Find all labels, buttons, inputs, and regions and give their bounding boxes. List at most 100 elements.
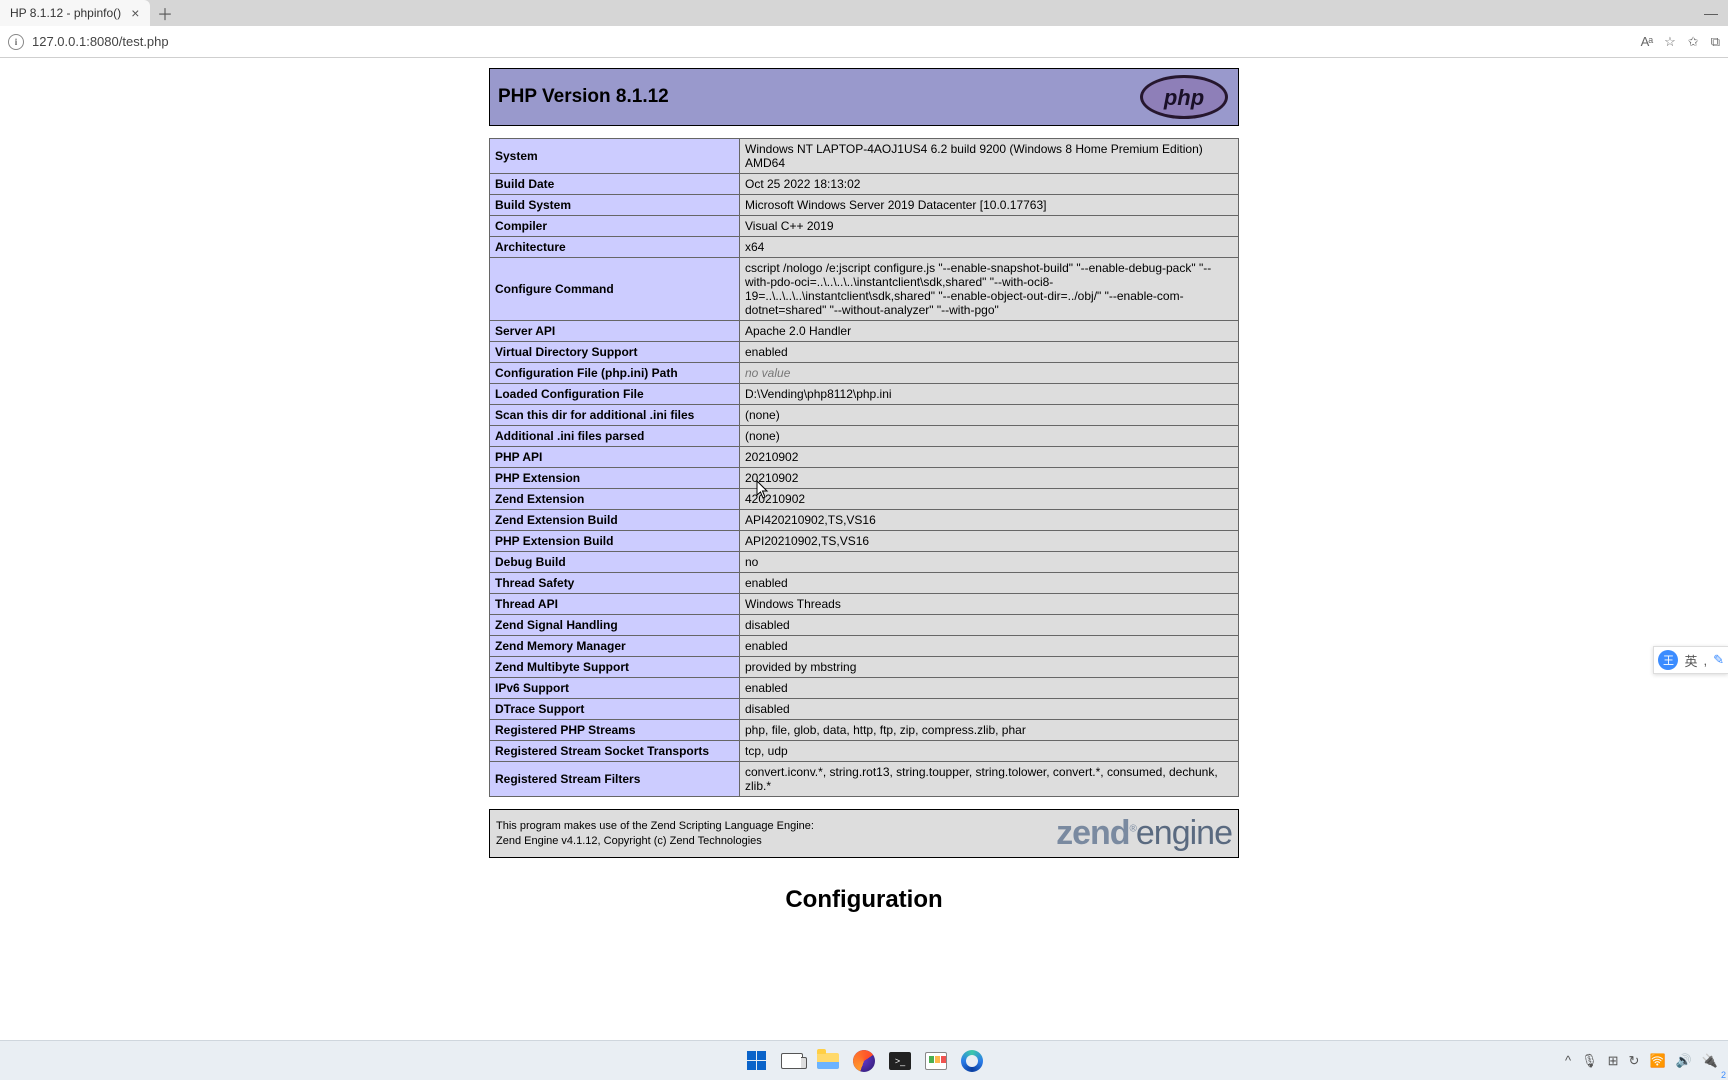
info-value: convert.iconv.*, string.rot13, string.to… — [740, 762, 1239, 797]
phpinfo-header: PHP Version 8.1.12 php — [489, 68, 1239, 126]
folder-icon — [817, 1053, 839, 1069]
info-value: enabled — [740, 636, 1239, 657]
tray-sync-icon[interactable]: ↻ — [1629, 1053, 1640, 1069]
ime-toolbar[interactable]: 王 英 , ✎ — [1653, 646, 1728, 674]
zend-line-1: This program makes use of the Zend Scrip… — [496, 819, 814, 834]
table-row: Zend Extension420210902 — [490, 489, 1239, 510]
table-row: Build SystemMicrosoft Windows Server 201… — [490, 195, 1239, 216]
table-row: Build DateOct 25 2022 18:13:02 — [490, 174, 1239, 195]
info-value: API420210902,TS,VS16 — [740, 510, 1239, 531]
reading-view-icon[interactable]: Aᵃ — [1641, 34, 1653, 49]
url-field[interactable]: 127.0.0.1:8080/test.php — [32, 34, 169, 49]
configuration-heading: Configuration — [489, 886, 1239, 914]
ime-punct-button[interactable]: , — [1703, 653, 1707, 668]
zend-line-2: Zend Engine v4.1.12, Copyright (c) Zend … — [496, 834, 814, 849]
info-value: 420210902 — [740, 489, 1239, 510]
info-key: Debug Build — [490, 552, 740, 573]
site-info-icon[interactable]: i — [8, 34, 24, 50]
tray-battery-icon[interactable]: 🔌 — [1702, 1053, 1718, 1069]
table-row: Virtual Directory Supportenabled — [490, 342, 1239, 363]
info-value: php, file, glob, data, http, ftp, zip, c… — [740, 720, 1239, 741]
monitor-app-button[interactable] — [922, 1047, 950, 1075]
edge-button[interactable] — [958, 1047, 986, 1075]
table-row: IPv6 Supportenabled — [490, 678, 1239, 699]
info-key: System — [490, 139, 740, 174]
table-row: Zend Extension BuildAPI420210902,TS,VS16 — [490, 510, 1239, 531]
info-key: Registered Stream Socket Transports — [490, 741, 740, 762]
favorites-bar-icon[interactable]: ✩ — [1688, 34, 1699, 50]
info-value: Windows Threads — [740, 594, 1239, 615]
php-logo-icon: php — [1138, 73, 1230, 121]
tray-overflow-icon[interactable]: ^ — [1565, 1053, 1571, 1068]
terminal-icon: >_ — [889, 1052, 911, 1070]
info-key: Thread Safety — [490, 573, 740, 594]
notification-badge[interactable]: 2 — [1719, 1070, 1728, 1080]
table-row: Scan this dir for additional .ini files(… — [490, 405, 1239, 426]
ime-avatar-icon[interactable]: 王 — [1658, 650, 1678, 670]
close-tab-icon[interactable]: × — [129, 5, 141, 21]
collections-icon[interactable]: ⧉ — [1711, 34, 1720, 50]
page-viewport[interactable]: PHP Version 8.1.12 php SystemWindows NT … — [0, 58, 1728, 1040]
zend-engine-logo-icon: zend®engine — [1056, 814, 1232, 853]
table-row: Debug Buildno — [490, 552, 1239, 573]
window-minimize-icon[interactable]: — — [1704, 0, 1728, 26]
info-key: IPv6 Support — [490, 678, 740, 699]
info-key: Configure Command — [490, 258, 740, 321]
start-button[interactable] — [742, 1047, 770, 1075]
info-value: provided by mbstring — [740, 657, 1239, 678]
firefox-button[interactable] — [850, 1047, 878, 1075]
info-value: x64 — [740, 237, 1239, 258]
table-row: Thread APIWindows Threads — [490, 594, 1239, 615]
task-view-button[interactable] — [778, 1047, 806, 1075]
table-row: PHP Extension20210902 — [490, 468, 1239, 489]
tab-strip: HP 8.1.12 - phpinfo() × ＋ — — [0, 0, 1728, 26]
ime-language-button[interactable]: 英 — [1684, 651, 1697, 670]
favorite-icon[interactable]: ☆ — [1664, 34, 1676, 50]
taskbar: >_ ^ 🎙 ⊞ ↻ 🛜 🔊 🔌 2 — [0, 1040, 1728, 1080]
table-row: SystemWindows NT LAPTOP-4AOJ1US4 6.2 bui… — [490, 139, 1239, 174]
tray-wifi-icon[interactable]: 🛜 — [1649, 1053, 1665, 1069]
table-row: PHP Extension BuildAPI20210902,TS,VS16 — [490, 531, 1239, 552]
info-key: Registered PHP Streams — [490, 720, 740, 741]
tray-grid-icon[interactable]: ⊞ — [1608, 1053, 1619, 1069]
table-row: Zend Multibyte Supportprovided by mbstri… — [490, 657, 1239, 678]
info-value: API20210902,TS,VS16 — [740, 531, 1239, 552]
terminal-button[interactable]: >_ — [886, 1047, 914, 1075]
table-row: Configure Commandcscript /nologo /e:jscr… — [490, 258, 1239, 321]
info-value: D:\Vending\php8112\php.ini — [740, 384, 1239, 405]
info-value: no value — [740, 363, 1239, 384]
page-title: PHP Version 8.1.12 — [496, 86, 669, 108]
info-value: Windows NT LAPTOP-4AOJ1US4 6.2 build 920… — [740, 139, 1239, 174]
info-key: Scan this dir for additional .ini files — [490, 405, 740, 426]
info-key: Registered Stream Filters — [490, 762, 740, 797]
info-value: Apache 2.0 Handler — [740, 321, 1239, 342]
info-value: enabled — [740, 342, 1239, 363]
tray-mic-icon[interactable]: 🎙 — [1581, 1053, 1598, 1069]
task-view-icon — [781, 1053, 803, 1069]
file-explorer-button[interactable] — [814, 1047, 842, 1075]
info-value: tcp, udp — [740, 741, 1239, 762]
info-key: Thread API — [490, 594, 740, 615]
table-row: DTrace Supportdisabled — [490, 699, 1239, 720]
table-row: Server APIApache 2.0 Handler — [490, 321, 1239, 342]
new-tab-button[interactable]: ＋ — [150, 0, 180, 26]
info-key: Zend Memory Manager — [490, 636, 740, 657]
info-key: Zend Extension Build — [490, 510, 740, 531]
edge-icon — [961, 1050, 983, 1072]
info-key: Architecture — [490, 237, 740, 258]
table-row: Architecturex64 — [490, 237, 1239, 258]
info-value: Visual C++ 2019 — [740, 216, 1239, 237]
info-key: Zend Multibyte Support — [490, 657, 740, 678]
tray-volume-icon[interactable]: 🔊 — [1676, 1053, 1692, 1069]
info-key: PHP Extension Build — [490, 531, 740, 552]
monitor-icon — [925, 1052, 947, 1070]
info-key: Build System — [490, 195, 740, 216]
browser-tab[interactable]: HP 8.1.12 - phpinfo() × — [0, 0, 150, 26]
info-value: (none) — [740, 426, 1239, 447]
info-key: Configuration File (php.ini) Path — [490, 363, 740, 384]
info-key: Zend Extension — [490, 489, 740, 510]
table-row: Loaded Configuration FileD:\Vending\php8… — [490, 384, 1239, 405]
ime-edit-icon[interactable]: ✎ — [1713, 652, 1724, 668]
table-row: Thread Safetyenabled — [490, 573, 1239, 594]
info-value: disabled — [740, 699, 1239, 720]
